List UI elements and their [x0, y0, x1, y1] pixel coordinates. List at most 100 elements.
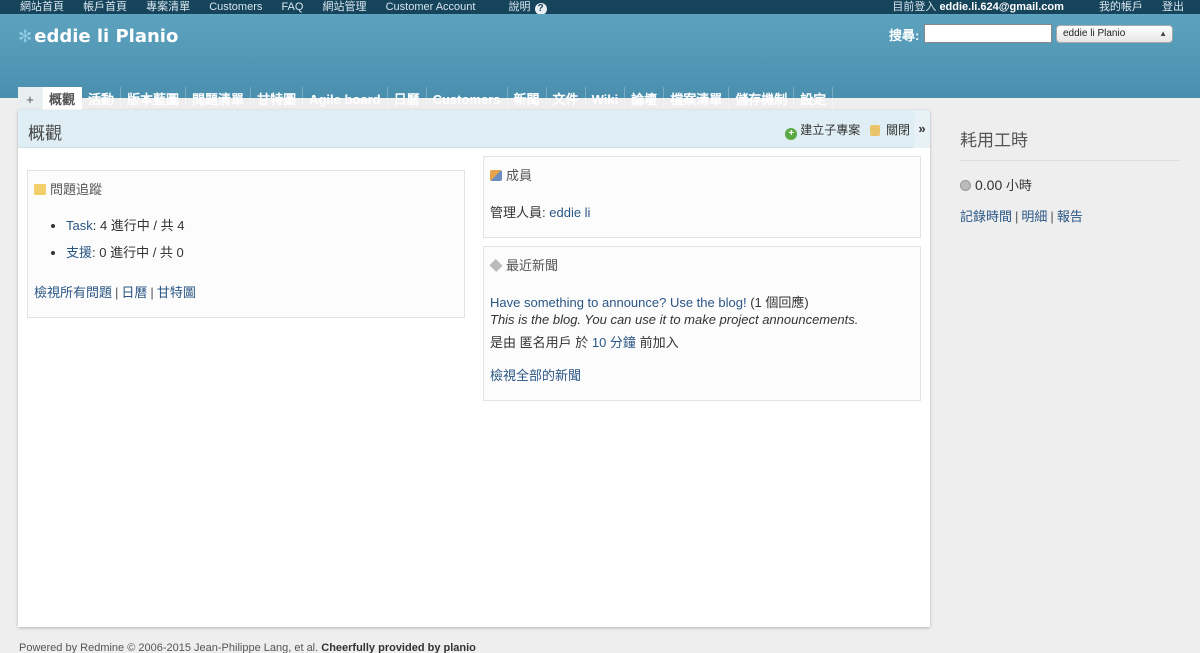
tab-agile-board[interactable]: Agile board [303, 87, 388, 112]
logout-link[interactable]: 登出 [1162, 1, 1184, 13]
separator: | [115, 285, 119, 300]
tab-gantt[interactable]: 甘特圖 [251, 87, 304, 112]
search-input[interactable] [924, 24, 1052, 43]
tab-wiki[interactable]: Wiki [586, 87, 626, 112]
news-title: 最近新聞 [489, 255, 559, 274]
tab-issues[interactable]: 問題清單 [186, 87, 252, 112]
log-time-link[interactable]: 記錄時間 [960, 209, 1012, 224]
gantt-link[interactable]: 甘特圖 [157, 285, 196, 300]
list-item: Task: 4 進行中 / 共 4 [66, 218, 184, 234]
tracker-link-task[interactable]: Task [66, 218, 93, 233]
clock-icon [960, 180, 971, 191]
tab-news[interactable]: 新聞 [508, 87, 547, 112]
calendar-link[interactable]: 日曆 [121, 285, 147, 300]
top-menu-customers[interactable]: Customers [209, 1, 262, 13]
tab-customers[interactable]: Customers [427, 87, 508, 112]
view-all-issues-link[interactable]: 檢視所有問題 [34, 285, 112, 300]
news-tag-icon [489, 258, 503, 273]
view-all-news-link[interactable]: 檢視全部的新聞 [490, 368, 581, 383]
tracker-list: Task: 4 進行中 / 共 4 支援: 0 進行中 / 共 0 [54, 218, 184, 272]
lock-icon [869, 125, 880, 136]
issue-tracking-box: 問題追蹤 Task: 4 進行中 / 共 4 支援: 0 進行中 / 共 0 檢… [27, 170, 465, 318]
tab-overview[interactable]: 概觀 [43, 87, 83, 112]
issue-links: 檢視所有問題 | 日曆 | 甘特圖 [34, 282, 196, 301]
spent-hours-value: 0.00 [975, 177, 1003, 193]
news-item-link[interactable]: Have something to announce? Use the blog… [490, 295, 747, 310]
project-jump-select[interactable]: eddie li Planio ▲ [1056, 25, 1173, 43]
add-icon: + [785, 128, 798, 140]
report-link[interactable]: 報告 [1057, 209, 1083, 224]
news-time-link[interactable]: 10 分鐘 [592, 335, 636, 350]
content: 概觀 +建立子專案 關閉 » 問題追蹤 Task: 4 進行中 / 共 4 支援… [18, 110, 930, 627]
logged-as-user[interactable]: eddie.li.624@gmail.com [939, 1, 1063, 13]
separator: | [1015, 209, 1019, 224]
tab-files[interactable]: 檔案清單 [664, 87, 730, 112]
news-author-suffix: 前加入 [639, 335, 679, 350]
page-title: 概觀 [28, 124, 62, 143]
updown-arrow-icon: ▲ [1159, 29, 1167, 38]
sidebar-toggle[interactable]: » [914, 110, 930, 148]
spent-time-links: 記錄時間 | 明細 | 報告 [960, 206, 1180, 225]
top-menu-left: 網站首頁 帳戶首頁 專案清單 Customers FAQ 網站管理 Custom… [20, 0, 563, 15]
top-menu-my-page[interactable]: 帳戶首頁 [83, 1, 127, 13]
manager-link[interactable]: eddie li [549, 205, 590, 220]
tracker-count-task: : 4 進行中 / 共 4 [92, 218, 185, 233]
new-subproject-link[interactable]: + 建立子專案 [785, 123, 860, 140]
project-jump-value: eddie li Planio [1063, 28, 1126, 39]
tracker-link-support[interactable]: 支援 [66, 245, 92, 260]
tab-new-object[interactable]: + [18, 87, 43, 112]
top-menu-faq[interactable]: FAQ [281, 1, 303, 13]
top-menu-customer-account[interactable]: Customer Account [386, 1, 476, 13]
logged-as: 目前登入 eddie.li.624@gmail.com [892, 1, 1064, 13]
members-box: 成員 管理人員: eddie li [483, 156, 921, 238]
top-menu-projects[interactable]: 專案清單 [146, 1, 190, 13]
project-title[interactable]: ✻ eddie li Planio [18, 26, 178, 47]
close-project-label: 關閉 [885, 123, 910, 137]
tracker-count-support: : 0 進行中 / 共 0 [92, 245, 184, 260]
news-item-title: Have something to announce? Use the blog… [490, 292, 809, 311]
tab-documents[interactable]: 文件 [547, 87, 586, 112]
issue-tracking-title-text: 問題追蹤 [50, 182, 103, 197]
news-title-text: 最近新聞 [506, 258, 559, 273]
list-item: 支援: 0 進行中 / 共 0 [66, 245, 184, 261]
content-head: 概觀 + 建立子專案 關閉 » [18, 110, 930, 148]
main-menu: + 概觀 活動 版本藍圖 問題清單 甘特圖 Agile board 日曆 Cus… [18, 87, 834, 112]
top-menu-home[interactable]: 網站首頁 [20, 1, 64, 13]
members-title: 成員 [490, 165, 532, 184]
separator: | [1050, 209, 1054, 224]
tab-activity[interactable]: 活動 [82, 87, 122, 112]
header: ✻ eddie li Planio 搜尋: eddie li Planio ▲ + … [0, 14, 1200, 112]
sidebar: 耗用工時 0.00 小時 記錄時間 | 明細 | 報告 [960, 110, 1180, 225]
details-link[interactable]: 明細 [1021, 209, 1047, 224]
planio-logo[interactable]: planio [444, 642, 476, 653]
search-label: 搜尋: [889, 28, 920, 43]
tab-settings[interactable]: 設定 [794, 87, 834, 112]
tab-repository[interactable]: 儲存機制 [729, 87, 795, 112]
spent-hours-unit: 小時 [1005, 178, 1032, 193]
news-box: 最近新聞 Have something to announce? Use the… [483, 246, 921, 401]
users-icon [490, 170, 502, 181]
my-account-link[interactable]: 我的帳戶 [1099, 1, 1143, 13]
close-project-link[interactable]: 關閉 [864, 123, 910, 137]
top-menu-right: 目前登入 eddie.li.624@gmail.com 我的帳戶 登出 [892, 0, 1200, 14]
top-menu-help-label: 說明 [508, 1, 531, 13]
project-title-text: eddie li Planio [34, 26, 179, 47]
manager-line: 管理人員: eddie li [490, 202, 590, 221]
tab-roadmap[interactable]: 版本藍圖 [121, 87, 187, 112]
contextual-actions: + 建立子專案 關閉 [785, 121, 910, 140]
news-comments: (1 個回應) [750, 295, 809, 310]
tab-calendar[interactable]: 日曆 [388, 87, 427, 112]
top-menu-administration[interactable]: 網站管理 [323, 1, 367, 13]
news-view-all: 檢視全部的新聞 [490, 365, 581, 384]
members-title-text: 成員 [506, 168, 533, 183]
tab-forums[interactable]: 論壇 [625, 87, 665, 112]
manager-label: 管理人員: [490, 205, 546, 220]
news-summary: This is the blog. You can use it to make… [490, 312, 859, 327]
top-menu: 網站首頁 帳戶首頁 專案清單 Customers FAQ 網站管理 Custom… [0, 0, 1200, 15]
separator: | [150, 285, 154, 300]
folder-icon [34, 184, 46, 195]
spent-time-title: 耗用工時 [960, 110, 1180, 161]
top-menu-help[interactable]: 說明? [508, 1, 547, 15]
issue-tracking-title: 問題追蹤 [34, 179, 102, 198]
planio-gear-icon: ✻ [18, 27, 33, 47]
